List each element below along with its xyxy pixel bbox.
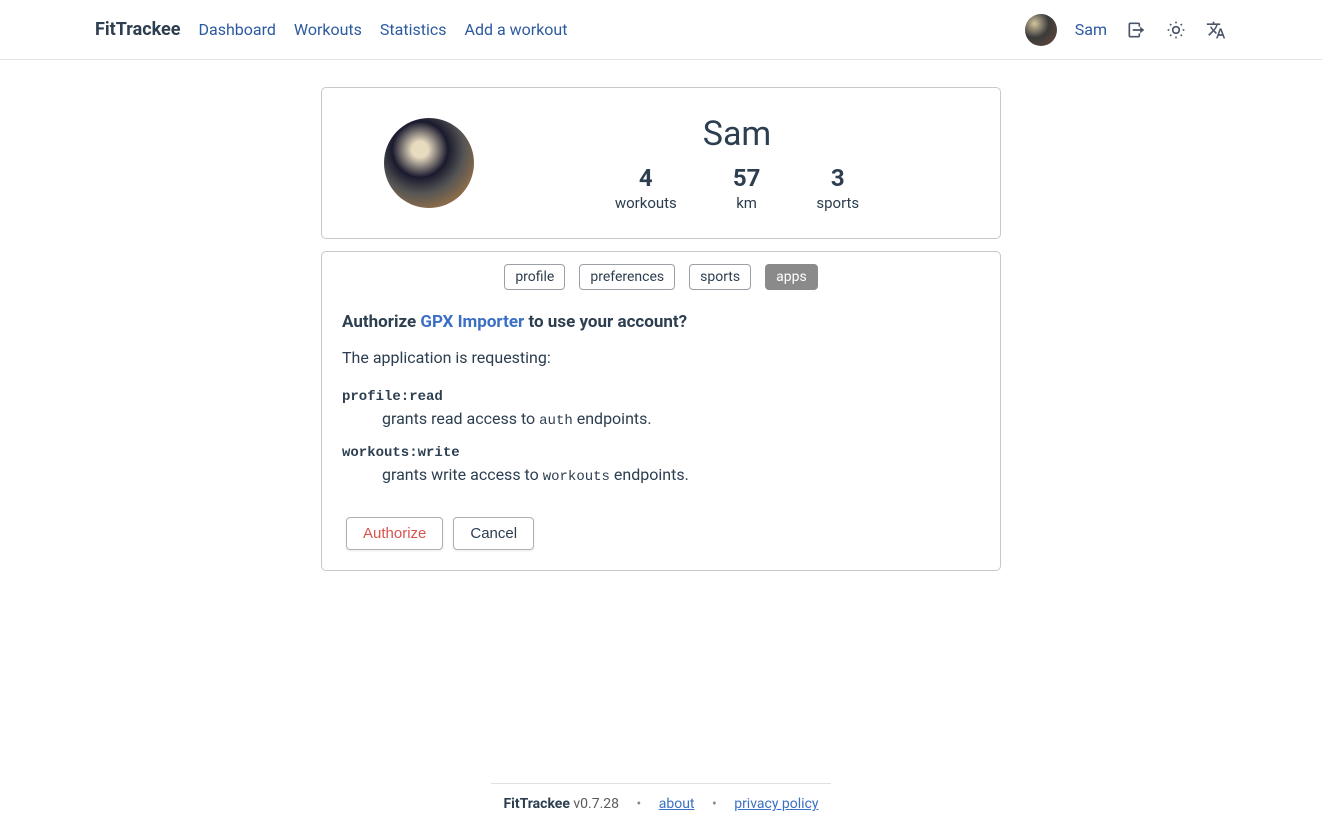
main-container: Sam 4 workouts 57 km 3 sports profile pr	[321, 87, 1001, 571]
footer-separator: •	[712, 796, 717, 812]
stat-workouts-value: 4	[615, 164, 677, 192]
user-avatar-small[interactable]	[1025, 14, 1057, 46]
brand-logo[interactable]: FitTrackee	[95, 19, 180, 40]
auth-heading: Authorize GPX Importer to use your accou…	[342, 312, 980, 332]
footer-privacy-link[interactable]: privacy policy	[734, 796, 818, 812]
nav-dashboard[interactable]: Dashboard	[198, 20, 275, 39]
footer-about-link[interactable]: about	[659, 796, 695, 812]
tab-sports[interactable]: sports	[689, 264, 751, 290]
language-icon[interactable]	[1205, 19, 1227, 41]
auth-heading-prefix: Authorize	[342, 312, 420, 332]
stat-km-value: 57	[733, 164, 761, 192]
nav-add-workout[interactable]: Add a workout	[465, 20, 568, 39]
stat-km-label: km	[733, 194, 761, 212]
auth-requesting-text: The application is requesting:	[342, 348, 980, 367]
auth-button-row: Authorize Cancel	[346, 517, 980, 550]
auth-app-name-link[interactable]: GPX Importer	[420, 312, 524, 332]
stat-sports-value: 3	[816, 164, 859, 192]
nav-statistics[interactable]: Statistics	[380, 20, 447, 39]
footer: FitTrackee v0.7.28 • about • privacy pol…	[0, 783, 1322, 812]
profile-tabs: profile preferences sports apps	[342, 264, 980, 290]
scope-description: grants write access to workouts endpoint…	[382, 465, 980, 485]
profile-name: Sam	[703, 114, 772, 154]
theme-toggle-icon[interactable]	[1165, 19, 1187, 41]
profile-summary-card: Sam 4 workouts 57 km 3 sports	[321, 87, 1001, 239]
footer-version: v0.7.28	[570, 796, 619, 812]
footer-brand: FitTrackee	[503, 796, 569, 812]
logout-icon[interactable]	[1125, 19, 1147, 41]
stat-workouts: 4 workouts	[615, 164, 677, 212]
user-avatar-large	[384, 118, 474, 208]
profile-stats: 4 workouts 57 km 3 sports	[615, 164, 859, 212]
scope-description: grants read access to auth endpoints.	[382, 409, 980, 429]
tab-preferences[interactable]: preferences	[579, 264, 675, 290]
auth-card: profile preferences sports apps Authoriz…	[321, 251, 1001, 571]
app-header: FitTrackee Dashboard Workouts Statistics…	[0, 0, 1322, 60]
scope-item: workouts:write grants write access to wo…	[342, 445, 980, 485]
header-left: FitTrackee Dashboard Workouts Statistics…	[95, 19, 567, 40]
cancel-button[interactable]: Cancel	[453, 517, 534, 550]
user-menu-link[interactable]: Sam	[1075, 20, 1107, 39]
header-right: Sam	[1025, 14, 1227, 46]
nav-workouts[interactable]: Workouts	[294, 20, 362, 39]
profile-info: Sam 4 workouts 57 km 3 sports	[514, 114, 960, 212]
stat-sports: 3 sports	[816, 164, 859, 212]
scope-name: profile:read	[342, 389, 980, 405]
footer-separator: •	[637, 796, 642, 812]
authorize-button[interactable]: Authorize	[346, 517, 443, 550]
scope-name: workouts:write	[342, 445, 980, 461]
auth-heading-suffix: to use your account?	[524, 312, 687, 332]
tab-profile[interactable]: profile	[504, 264, 565, 290]
stat-workouts-label: workouts	[615, 194, 677, 212]
scope-item: profile:read grants read access to auth …	[342, 389, 980, 429]
footer-inner: FitTrackee v0.7.28 • about • privacy pol…	[491, 783, 831, 812]
stat-sports-label: sports	[816, 194, 859, 212]
tab-apps[interactable]: apps	[765, 264, 818, 290]
stat-km: 57 km	[733, 164, 761, 212]
